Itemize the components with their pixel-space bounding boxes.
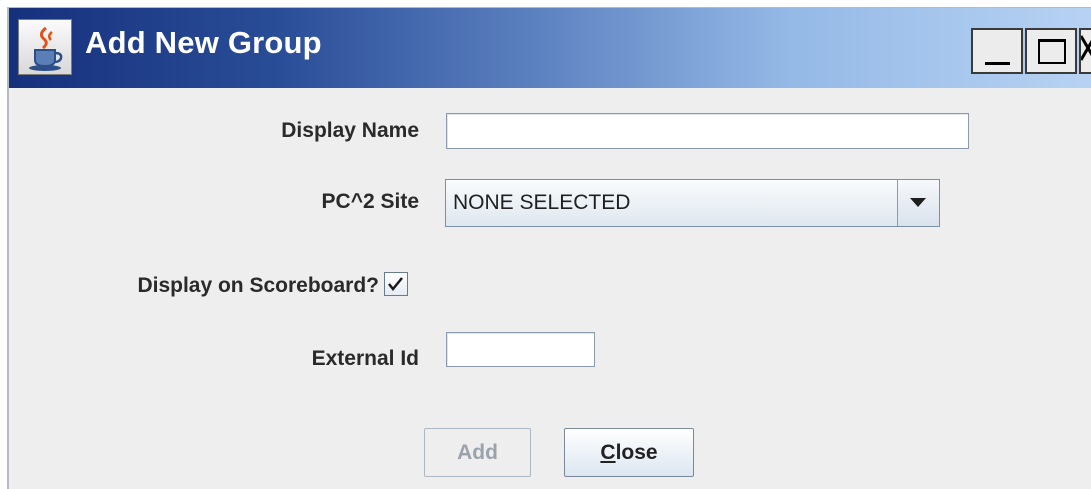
site-label: PC^2 Site: [321, 190, 419, 213]
close-window-button[interactable]: [1079, 28, 1091, 74]
title-bar[interactable]: Add New Group: [9, 8, 1091, 88]
add-button[interactable]: Add: [424, 428, 531, 477]
java-cup-icon[interactable]: [18, 19, 72, 75]
close-mnemonic: C: [600, 441, 616, 464]
window-title: Add New Group: [85, 25, 322, 60]
minimize-icon: [985, 62, 1010, 65]
display-name-label: Display Name: [281, 119, 419, 142]
site-dropdown-button[interactable]: [897, 180, 939, 226]
display-name-input[interactable]: [446, 113, 969, 149]
site-selected-value: NONE SELECTED: [453, 191, 631, 214]
close-label-rest: lose: [615, 441, 658, 464]
scoreboard-label: Display on Scoreboard?: [137, 274, 379, 297]
add-new-group-dialog: Add New Group Display Name PC^2 Site NON…: [7, 7, 1091, 489]
external-id-input[interactable]: [446, 332, 595, 367]
close-button[interactable]: Close: [564, 428, 694, 477]
maximize-icon: [1038, 39, 1066, 64]
external-id-label: External Id: [311, 347, 419, 370]
minimize-button[interactable]: [971, 28, 1023, 74]
site-combobox[interactable]: NONE SELECTED: [445, 179, 940, 227]
scoreboard-checkbox[interactable]: [384, 272, 408, 296]
close-icon: [1081, 35, 1091, 61]
maximize-button[interactable]: [1025, 28, 1077, 74]
chevron-down-icon: [910, 198, 926, 207]
checkmark-icon: [388, 277, 403, 291]
